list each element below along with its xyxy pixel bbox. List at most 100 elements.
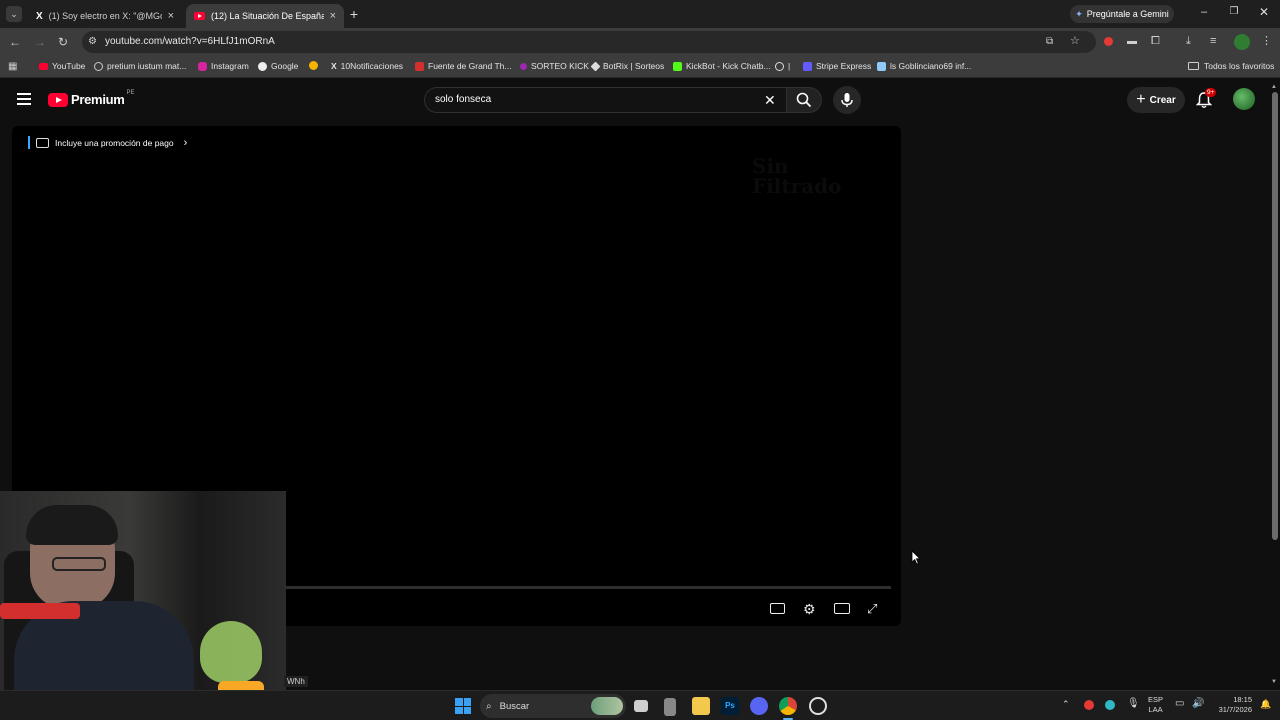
tray-edge-icon[interactable] — [1105, 700, 1115, 710]
theater-mode-button[interactable] — [834, 602, 852, 616]
promo-label: Incluye una promoción de pago — [55, 137, 174, 148]
bookmark-youtube[interactable]: YouTube — [39, 61, 85, 71]
scroll-down-icon[interactable]: ▼ — [1271, 679, 1277, 685]
tab-strip: ⌄ X (1) Soy electro en X: "@MGobl × (12)… — [0, 0, 1280, 28]
chevron-right-icon: › — [183, 136, 188, 149]
subtitles-button[interactable] — [770, 602, 788, 616]
minimize-window-button[interactable]: – — [1196, 6, 1212, 20]
bookmark-google[interactable]: Google — [258, 61, 298, 71]
clear-search-icon[interactable]: ✕ — [764, 92, 776, 108]
youtube-premium-logo[interactable]: Premium PE — [48, 89, 135, 107]
tray-app-icon[interactable] — [1084, 700, 1094, 710]
restore-window-button[interactable]: ❐ — [1226, 6, 1242, 20]
new-tab-button[interactable]: + — [346, 6, 362, 22]
language-code: ESP — [1148, 695, 1164, 704]
tab-x-post[interactable]: X (1) Soy electro en X: "@MGobl × — [28, 4, 182, 28]
bookmark-notificaciones[interactable]: X 10Notificaciones — [331, 61, 403, 71]
task-view-icon[interactable] — [634, 700, 648, 712]
bookmark-label: BotRix | Sorteos — [603, 61, 665, 71]
language-indicator[interactable]: ESP LAA — [1148, 695, 1163, 715]
site-info-icon[interactable]: ⚙ — [88, 36, 97, 48]
scrollbar-thumb[interactable] — [1272, 92, 1278, 540]
apps-grid-icon[interactable]: ▦ — [8, 61, 17, 73]
bookmark-stripe[interactable]: Stripe Express — [803, 61, 871, 71]
bookmark-whatsapp[interactable]: | — [775, 61, 790, 71]
paid-promotion-notice[interactable]: Incluye una promoción de pago › — [28, 136, 187, 149]
extensions-puzzle-icon[interactable]: ⧠ — [1151, 35, 1160, 47]
youtube-icon — [39, 62, 48, 70]
create-button[interactable]: + Crear — [1127, 87, 1185, 113]
keyboard-layout: LAA — [1148, 705, 1163, 714]
forward-arrow-icon[interactable]: → — [34, 36, 46, 48]
webcam-overlay — [0, 491, 286, 720]
bookmark-star-icon[interactable]: ☆ — [1070, 35, 1080, 47]
google-icon — [258, 61, 267, 71]
search-button[interactable] — [786, 87, 822, 113]
install-app-icon[interactable]: ⧉ — [1046, 36, 1053, 48]
profile-avatar[interactable] — [1234, 34, 1250, 50]
x-logo-icon: X — [36, 10, 43, 22]
network-icon[interactable]: ▭ — [1175, 698, 1184, 709]
bookmark-instagram[interactable]: Instagram — [198, 61, 249, 71]
video-watermark: Sin Filtrado — [752, 154, 842, 198]
bookmark-pinwheel[interactable] — [309, 61, 322, 70]
mouse-cursor-icon — [911, 550, 921, 565]
taskbar-search-box[interactable]: ⌕ Buscar — [480, 694, 626, 718]
search-query-text: solo fonseca — [435, 94, 492, 105]
bookmark-botrix[interactable]: BotRix | Sorteos — [590, 61, 665, 71]
discord-icon[interactable] — [750, 697, 768, 715]
account-avatar[interactable] — [1233, 88, 1255, 110]
windows-start-icon[interactable] — [455, 698, 471, 714]
address-bar[interactable]: ⚙ youtube.com/watch?v=6HLfJ1mORnA ⧉ ☆ — [82, 31, 1096, 53]
hamburger-menu-icon[interactable] — [17, 93, 31, 105]
bookmark-label: Google — [271, 61, 299, 71]
bookmark-label: | — [788, 61, 791, 71]
bookmark-kickbot[interactable]: KickBot - Kick Chatb... — [673, 61, 771, 71]
tab-search-button[interactable]: ⌄ — [6, 6, 22, 22]
webcam-glasses — [52, 557, 106, 571]
bookmark-fuente[interactable]: Fuente de Grand Th... — [415, 61, 511, 71]
reload-icon[interactable]: ↻ — [58, 36, 68, 48]
extension-record-icon[interactable] — [1104, 37, 1113, 46]
all-bookmarks-folder[interactable]: Todos los favoritos — [1188, 61, 1274, 71]
search-input[interactable]: solo fonseca ✕ — [424, 87, 786, 113]
photoshop-icon[interactable]: Ps — [721, 697, 739, 715]
bookmarks-bar: ▦ YouTube pretium iustum mat... Instagra… — [0, 56, 1280, 78]
youtube-icon — [194, 12, 205, 20]
show-hidden-icons-chevron[interactable]: ⌃ — [1062, 699, 1070, 710]
settings-button[interactable]: ⚙ — [803, 602, 821, 616]
voice-search-button[interactable] — [833, 86, 861, 114]
fullscreen-button[interactable]: ⤢ — [867, 602, 885, 616]
back-arrow-icon[interactable]: ← — [9, 36, 21, 48]
bookmark-sorteo-kick[interactable]: SORTEO KICK — [520, 61, 589, 71]
scroll-up-icon[interactable]: ▲ — [1271, 84, 1277, 90]
close-window-button[interactable]: ✕ — [1256, 5, 1272, 19]
close-tab-icon[interactable]: × — [168, 10, 174, 22]
bot-icon — [673, 61, 682, 71]
browser-menu-icon[interactable]: ⋮ — [1261, 35, 1272, 47]
promotion-icon — [36, 137, 49, 148]
gemini-button[interactable]: ✦ Pregúntale a Gemini — [1070, 5, 1174, 23]
app-icon-generic[interactable] — [664, 698, 676, 716]
bookmark-goblinciano[interactable]: ls Goblinciano69 inf... — [877, 61, 971, 71]
tray-microphone-icon[interactable]: 🎙 — [1127, 698, 1140, 709]
downloads-icon[interactable]: ⤓ — [1186, 35, 1191, 47]
youtube-header: Premium PE solo fonseca ✕ + Crear 9+ — [0, 78, 1280, 122]
bookmark-label: Stripe Express — [816, 61, 872, 71]
region-code: PE — [126, 89, 135, 96]
close-tab-icon[interactable]: × — [330, 10, 336, 22]
extension-icon[interactable]: ▬ — [1127, 36, 1137, 48]
bookmark-pretium[interactable]: pretium iustum mat... — [94, 61, 186, 71]
webcam-figurine — [200, 621, 262, 683]
media-controls-icon[interactable]: ≡ — [1210, 35, 1216, 47]
fullscreen-icon: ⤢ — [867, 601, 878, 616]
notification-center-icon[interactable]: 🔔 — [1260, 699, 1271, 710]
steam-like-icon[interactable] — [809, 697, 827, 715]
tab-youtube-video[interactable]: (12) La Situación De España × — [186, 4, 344, 28]
volume-icon[interactable]: 🔊 — [1192, 698, 1204, 709]
file-explorer-icon[interactable] — [692, 697, 710, 715]
clock[interactable]: 18:15 31/7/2026 — [1212, 695, 1252, 715]
notifications-button[interactable]: 9+ — [1196, 88, 1218, 110]
chrome-icon[interactable] — [779, 697, 797, 715]
clock-time: 18:15 — [1233, 695, 1252, 704]
